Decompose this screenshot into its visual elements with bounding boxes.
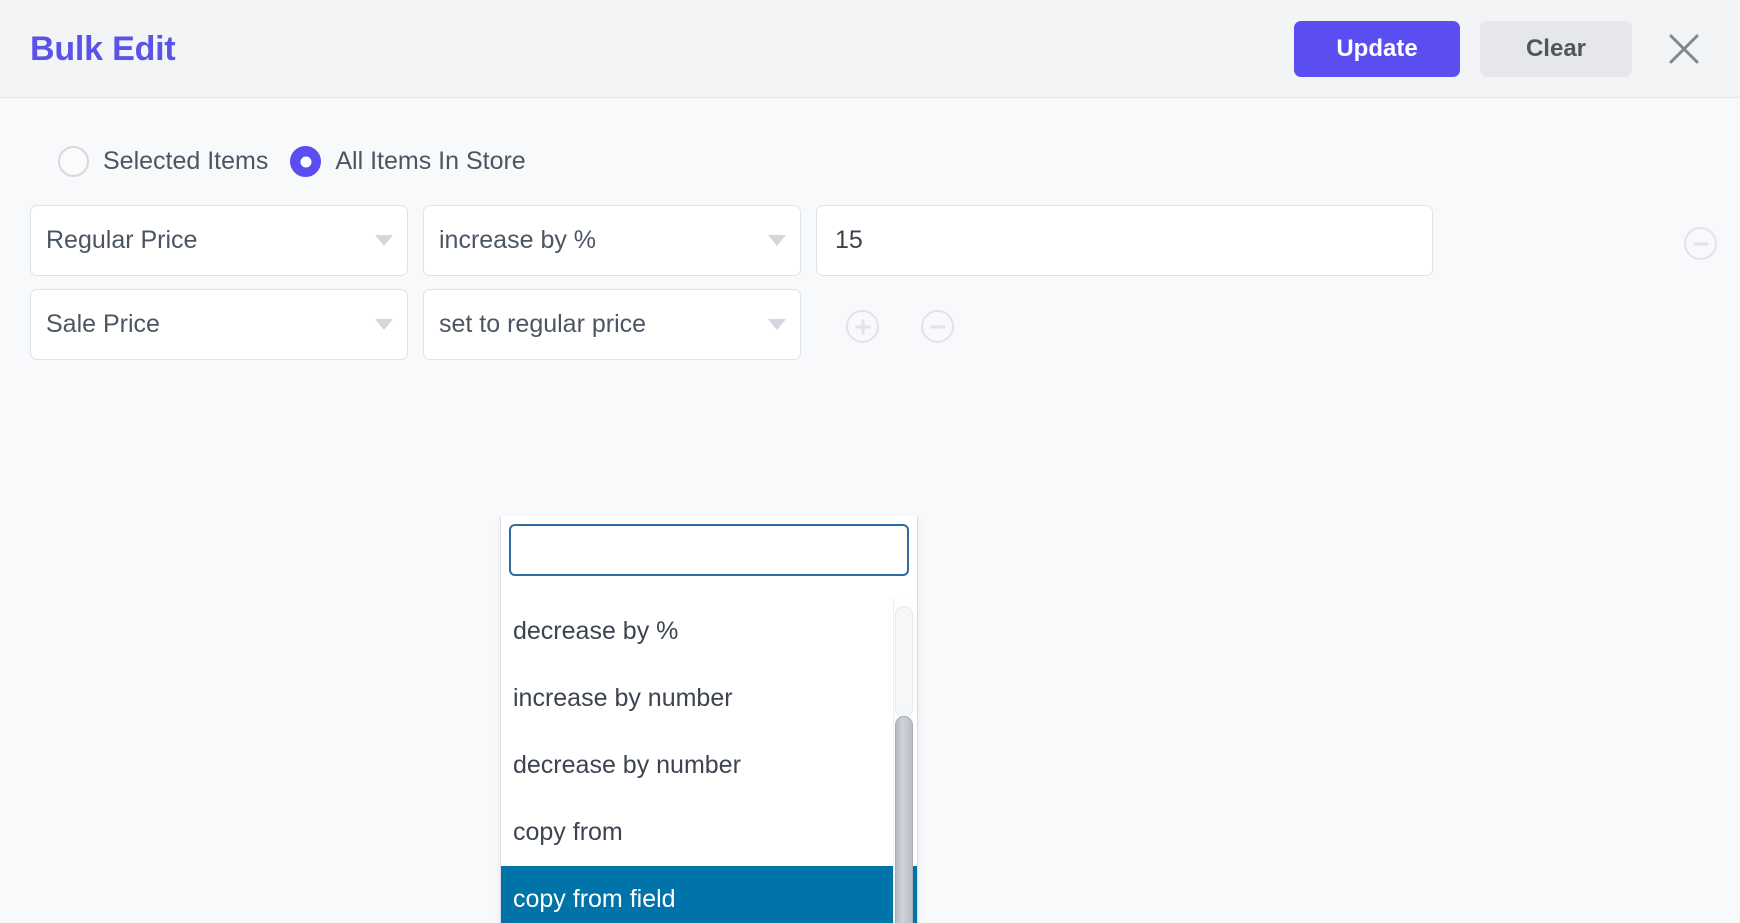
operation-select-1[interactable]: increase by %: [423, 205, 801, 276]
chevron-down-icon: [768, 235, 786, 246]
dialog-header: Bulk Edit Update Clear: [0, 0, 1740, 98]
close-icon: [1667, 32, 1701, 66]
rule-row-2-actions: [846, 310, 954, 343]
dropdown-search-wrap: [501, 522, 917, 576]
chevron-down-icon: [768, 319, 786, 330]
dropdown-scrollbar-thumb[interactable]: [895, 716, 913, 923]
chevron-down-icon: [375, 319, 393, 330]
scope-option-selected-items[interactable]: Selected Items: [58, 146, 268, 177]
remove-rule-button-1[interactable]: [1684, 227, 1717, 260]
dropdown-option-selected[interactable]: copy from field: [501, 866, 917, 923]
scope-option-all-items[interactable]: All Items In Store: [290, 146, 526, 177]
operation-dropdown-panel: decrease by % increase by number decreas…: [500, 516, 918, 923]
field-select-1-value: Regular Price: [46, 226, 198, 254]
dropdown-option-list[interactable]: decrease by % increase by number decreas…: [501, 598, 917, 923]
update-button[interactable]: Update: [1294, 20, 1460, 77]
operation-select-2[interactable]: set to regular price: [423, 289, 801, 360]
field-select-1[interactable]: Regular Price: [30, 205, 408, 276]
scope-radio-group: Selected Items All Items In Store: [30, 98, 1710, 177]
scope-label-selected-items: Selected Items: [103, 147, 269, 175]
clear-button[interactable]: Clear: [1480, 20, 1632, 77]
dropdown-search-input[interactable]: [509, 524, 909, 576]
header-actions: Update Clear: [1294, 20, 1708, 77]
rule-rows: Regular Price increase by % Sale Price s…: [30, 205, 1717, 360]
add-rule-button[interactable]: [846, 310, 879, 343]
dropdown-option[interactable]: increase by number: [501, 665, 917, 732]
dropdown-option[interactable]: decrease by number: [501, 732, 917, 799]
dropdown-option[interactable]: decrease by %: [501, 598, 917, 665]
operation-select-1-value: increase by %: [439, 226, 597, 254]
rule-row-1: Regular Price increase by %: [30, 205, 1717, 276]
page-title: Bulk Edit: [30, 29, 176, 68]
dropdown-scrollbar-track[interactable]: [895, 606, 913, 718]
field-select-2[interactable]: Sale Price: [30, 289, 408, 360]
radio-icon-all-items[interactable]: [290, 146, 322, 177]
field-select-2-value: Sale Price: [46, 310, 160, 338]
operation-select-2-value: set to regular price: [439, 310, 647, 338]
chevron-down-icon: [375, 235, 393, 246]
close-button[interactable]: [1660, 25, 1708, 73]
remove-rule-button-2[interactable]: [921, 310, 954, 343]
value-input-1[interactable]: [816, 205, 1433, 276]
rule-row-2: Sale Price set to regular price: [30, 289, 1710, 360]
dropdown-scrollbar[interactable]: [893, 598, 913, 923]
radio-icon-selected-items[interactable]: [58, 146, 89, 177]
dialog-body: Selected Items All Items In Store Regula…: [0, 98, 1740, 923]
dropdown-option[interactable]: copy from: [501, 799, 917, 866]
scope-label-all-items: All Items In Store: [335, 147, 526, 175]
